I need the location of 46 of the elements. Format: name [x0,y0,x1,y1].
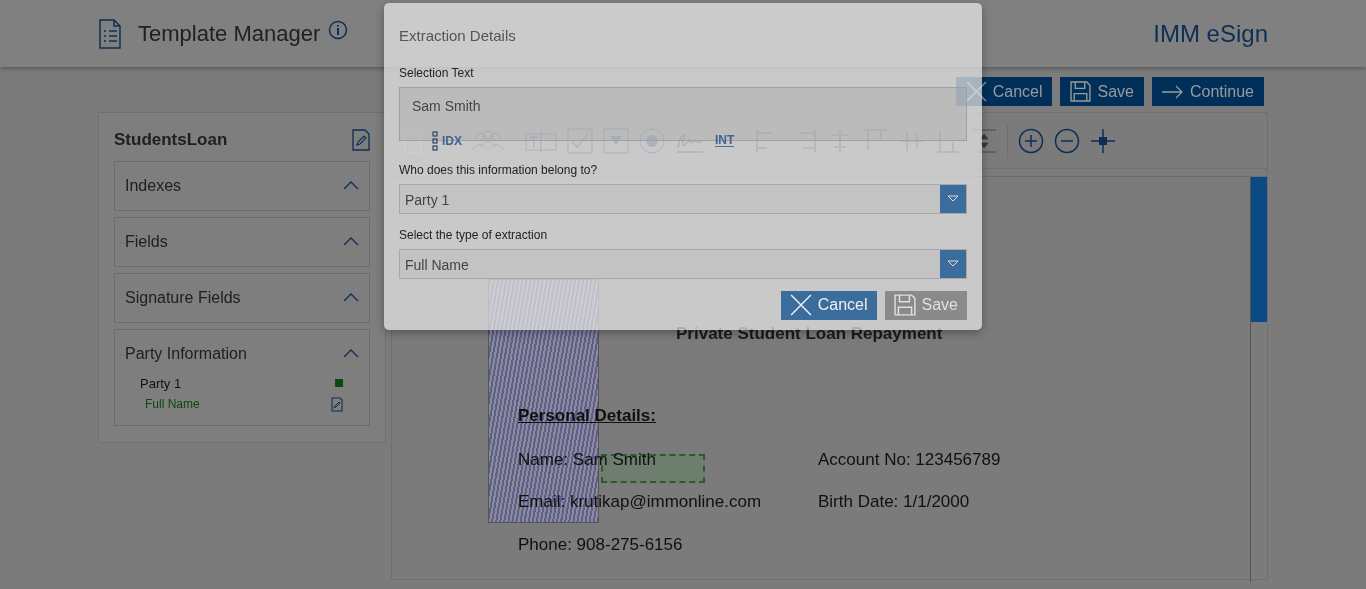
chevron-up-icon[interactable] [343,237,359,246]
info-icon[interactable] [328,19,349,40]
dropdown-field[interactable]: Full Name [399,248,967,279]
page-title: Template Manager [138,20,321,48]
caret-icon [947,260,959,267]
edit-icon[interactable] [352,128,370,151]
party-name[interactable]: Party 1 [140,373,182,393]
list-icon [432,130,438,151]
crosshair-icon[interactable] [1090,127,1117,154]
accordion-section[interactable]: Party Information Party 1 Full Name [114,328,370,426]
edit-icon[interactable] [331,396,343,412]
accordion-section[interactable]: Fields [114,216,370,267]
document-field: Birth Date: 1/1/2000 [818,489,970,515]
chevron-up-icon[interactable] [343,181,359,190]
dropdown-field[interactable]: Party 1 [399,183,967,214]
dialog-title: Extraction Details [399,26,517,46]
section-heading: Personal Details: [518,405,656,427]
checklist-icon [98,18,122,49]
document-field: Name: Sam Smith [518,446,656,472]
field-label: Selection Text [399,64,475,82]
section-title: Signature Fields [125,287,241,308]
chevron-up-icon[interactable] [343,293,359,302]
continue-button[interactable]: Continue [1151,77,1264,106]
arrow-right-icon [1161,84,1184,99]
field-label: Who does this information belong to? [399,161,599,179]
document-field: Email: krutikap@immonline.com [518,489,762,515]
document-field: Account No: 123456789 [818,446,1001,472]
cancel-button[interactable]: Cancel [780,290,877,320]
zoom-out-icon[interactable] [1054,127,1081,154]
template-name: StudentsLoan [114,129,228,151]
extraction-field[interactable]: Full Name [145,395,200,413]
section-title: Indexes [125,175,182,196]
document-field: Phone: 908-275-6156 [518,531,683,557]
scrollbar-thumb[interactable] [1251,177,1267,322]
close-icon [789,294,812,316]
accordion-section[interactable]: Indexes [114,160,370,211]
accordion-section[interactable]: Signature Fields [114,272,370,323]
zoom-in-icon[interactable] [1018,127,1045,154]
field-label: Select the type of extraction [399,226,549,244]
caret-icon [947,195,959,202]
chevron-up-icon[interactable] [343,349,359,358]
section-title: Fields [125,231,168,252]
save-button[interactable]: Save [1060,77,1144,106]
section-title: Party Information [125,343,247,364]
document-title: Private Student Loan Repayment [676,323,943,345]
brand-name: IMM eSign [1153,18,1268,49]
